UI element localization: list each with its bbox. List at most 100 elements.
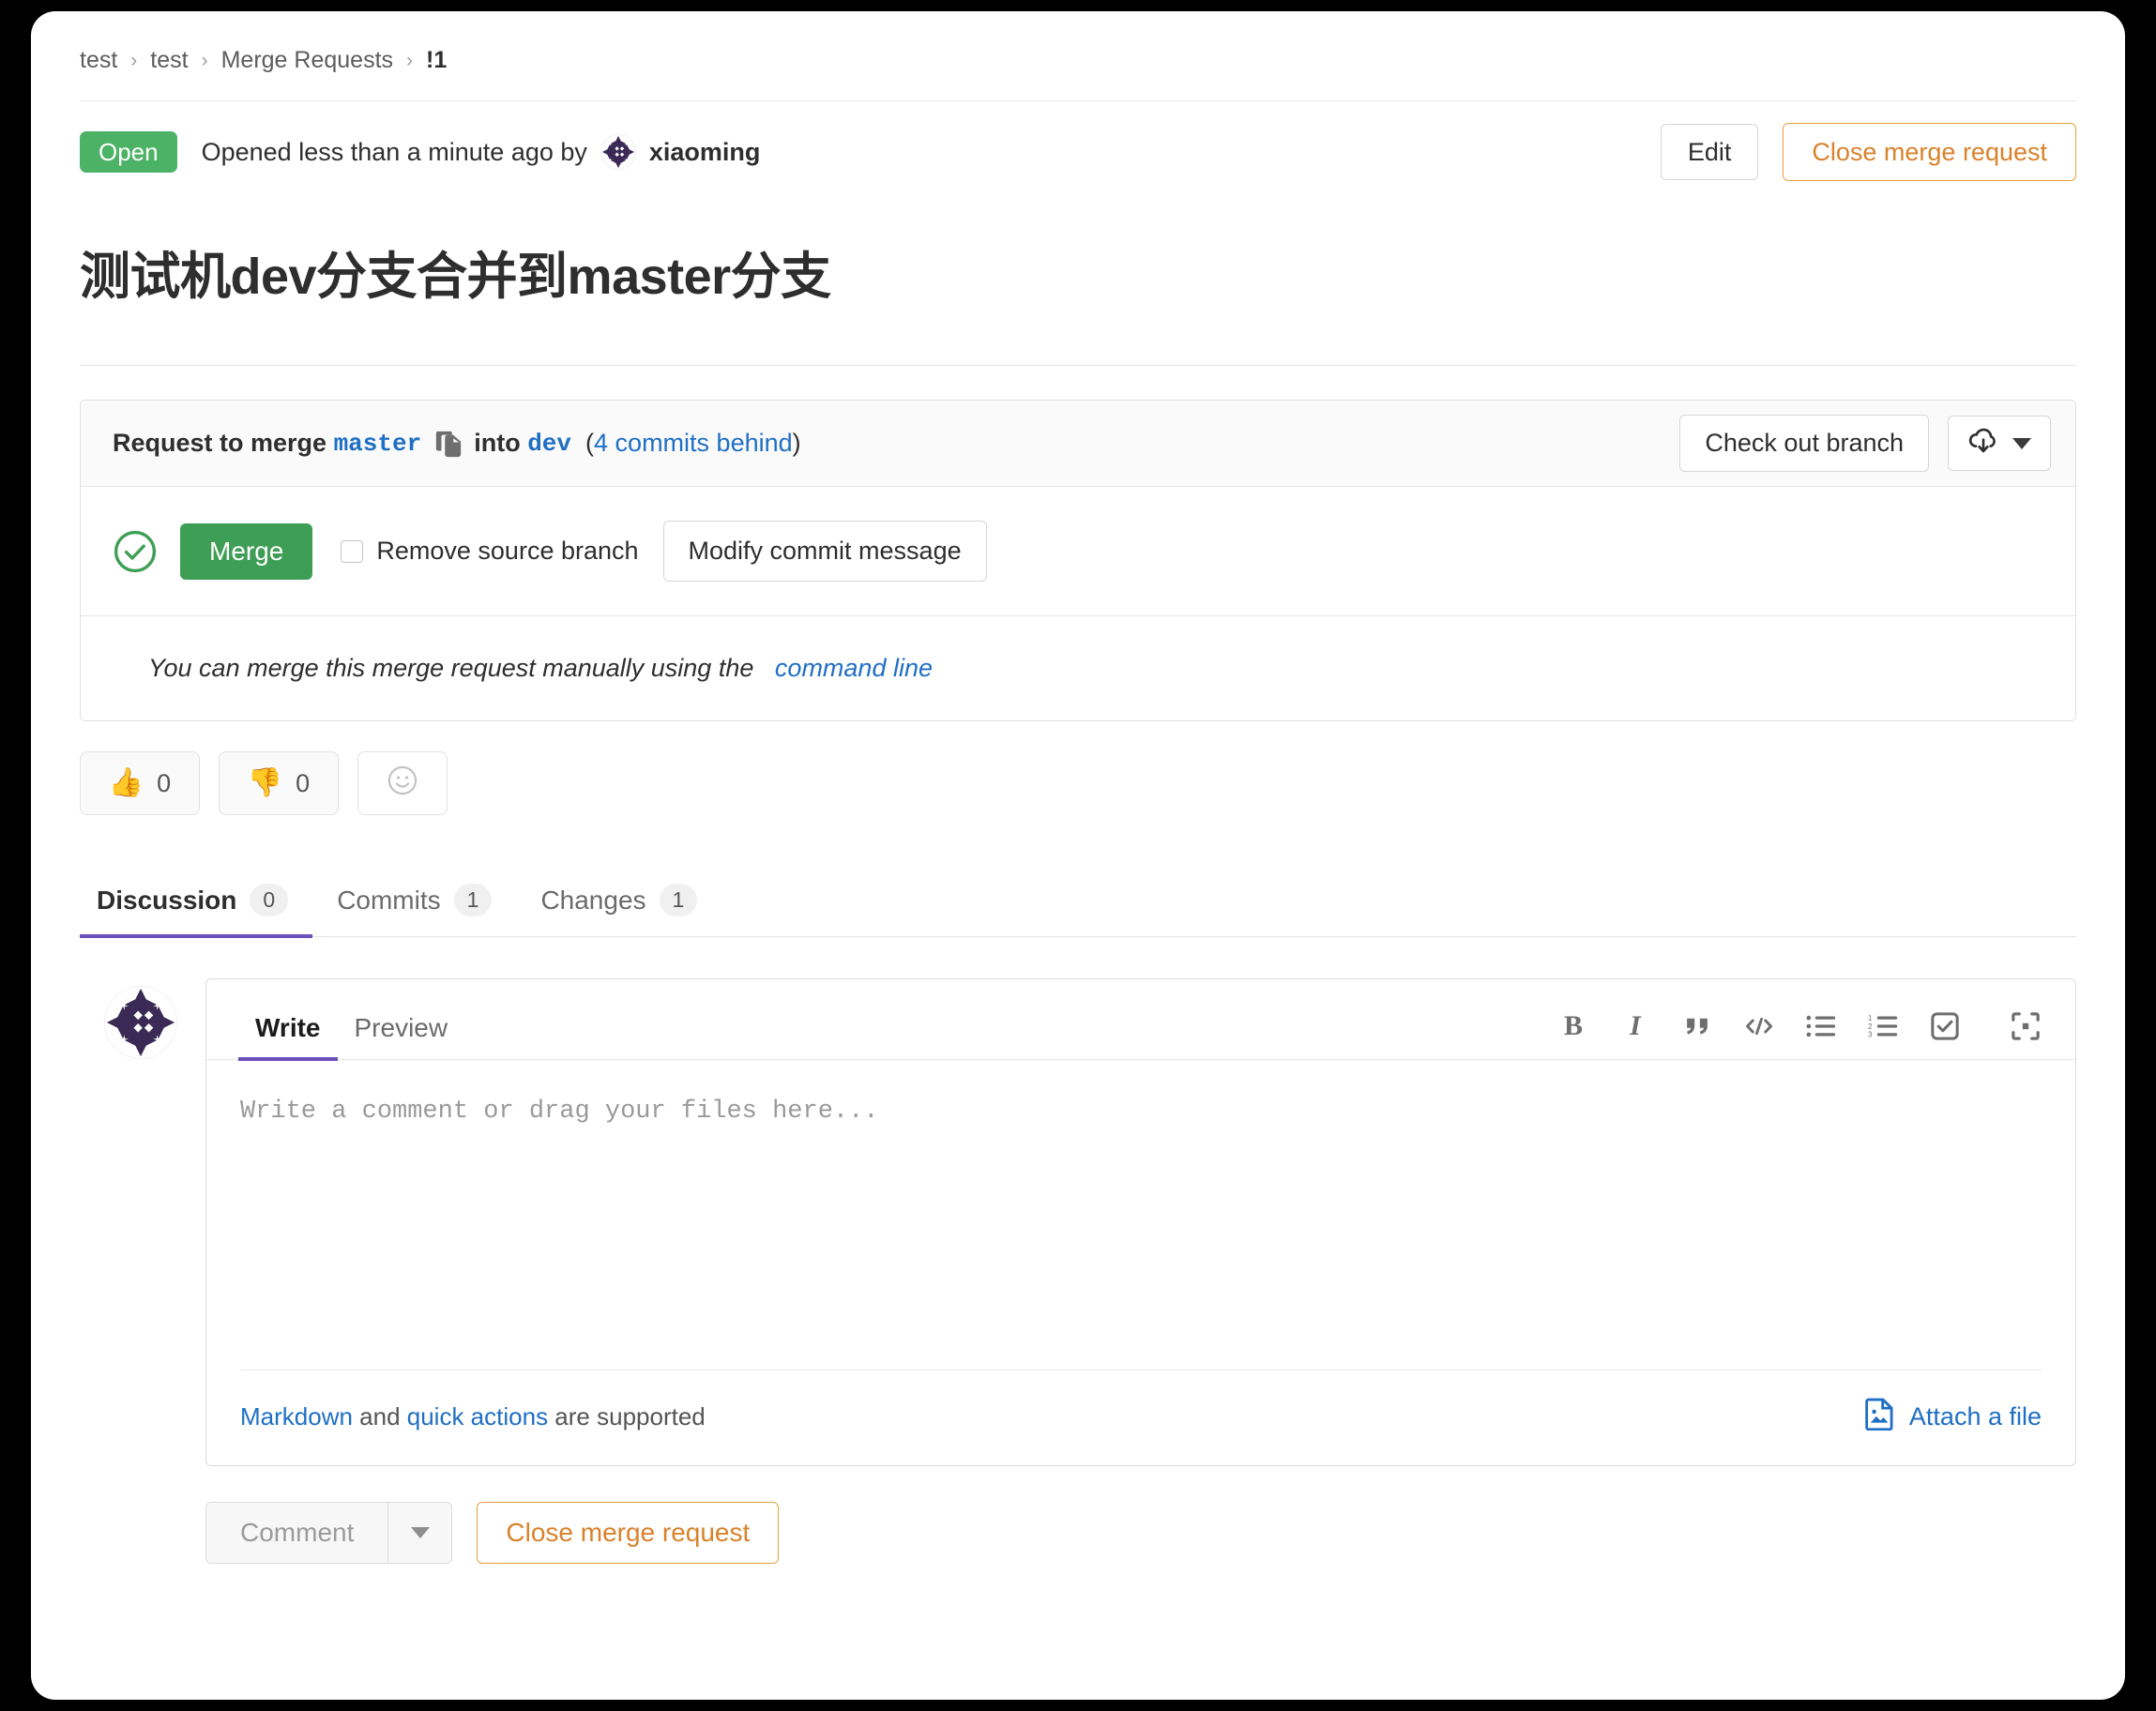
chevron-right-icon: › xyxy=(202,50,208,72)
opened-info: Opened less than a minute ago by xyxy=(202,134,761,170)
svg-text:2: 2 xyxy=(1868,1022,1872,1031)
svg-text:1: 1 xyxy=(1868,1014,1872,1022)
footer-supported: are supported xyxy=(548,1402,706,1431)
mr-tabs: Discussion 0 Commits 1 Changes 1 xyxy=(80,860,2076,937)
remove-source-branch-checkbox[interactable]: Remove source branch xyxy=(341,537,638,566)
avatar[interactable] xyxy=(600,134,636,170)
title-divider xyxy=(80,365,2076,366)
merge-widget-footer: You can merge this merge request manuall… xyxy=(81,616,2075,720)
tab-write[interactable]: Write xyxy=(238,1013,338,1060)
comment-button-group: Comment xyxy=(205,1502,452,1564)
request-to-merge-label: Request to merge xyxy=(113,429,326,458)
tab-changes-label: Changes xyxy=(540,886,645,916)
remove-source-branch-label: Remove source branch xyxy=(376,537,638,566)
check-circle-icon xyxy=(113,529,158,574)
commits-behind-link[interactable]: 4 commits behind xyxy=(594,429,793,458)
italic-icon[interactable]: I xyxy=(1617,1008,1653,1044)
quick-actions-link[interactable]: quick actions xyxy=(407,1402,548,1431)
editor-footer-text: Markdown and quick actions are supported xyxy=(240,1402,706,1431)
tab-commits[interactable]: Commits 1 xyxy=(312,884,516,937)
comment-actions: Comment Close merge request xyxy=(205,1502,2076,1564)
tab-commits-label: Commits xyxy=(337,886,440,916)
tab-discussion[interactable]: Discussion 0 xyxy=(80,884,312,937)
footer-and: and xyxy=(353,1402,407,1431)
thumbs-down-button[interactable]: 👎 0 xyxy=(219,751,339,815)
thumbs-down-count: 0 xyxy=(296,769,310,798)
bullet-list-icon[interactable] xyxy=(1803,1008,1839,1044)
tab-discussion-label: Discussion xyxy=(97,886,236,916)
tab-preview[interactable]: Preview xyxy=(338,1013,465,1060)
breadcrumb-divider xyxy=(80,100,2076,101)
checkbox-box[interactable] xyxy=(341,540,363,563)
breadcrumb-item-group[interactable]: test xyxy=(80,47,117,74)
editor-header: Write Preview B I xyxy=(206,979,2075,1060)
mr-status-row: Open Opened less than a minute ago by xyxy=(31,107,2125,197)
comment-dropdown-toggle[interactable] xyxy=(387,1503,451,1563)
comment-button[interactable]: Comment xyxy=(206,1503,387,1563)
modify-commit-message-button[interactable]: Modify commit message xyxy=(663,521,987,581)
attach-file-button[interactable]: Attach a file xyxy=(1864,1397,2042,1437)
author-name[interactable]: xiaoming xyxy=(649,138,761,167)
comment-form: Write Preview B I xyxy=(205,978,2076,1564)
copy-branch-icon[interactable] xyxy=(434,429,463,459)
tab-commits-count: 1 xyxy=(454,884,493,916)
comment-input[interactable]: Write a comment or drag your files here.… xyxy=(206,1060,2075,1341)
attach-file-icon xyxy=(1864,1397,1896,1437)
code-icon[interactable] xyxy=(1741,1008,1777,1044)
tab-changes[interactable]: Changes 1 xyxy=(516,884,721,937)
comment-area: Write Preview B I xyxy=(80,978,2076,1564)
bold-icon[interactable]: B xyxy=(1556,1008,1591,1044)
award-emoji-bar: 👍 0 👎 0 xyxy=(80,751,2076,815)
close-merge-request-button-top[interactable]: Close merge request xyxy=(1783,123,2076,181)
tab-discussion-count: 0 xyxy=(250,884,288,916)
manual-merge-text: You can merge this merge request manuall… xyxy=(148,654,753,682)
merge-widget: Request to merge master into dev ( xyxy=(80,400,2076,721)
smiley-icon xyxy=(386,764,419,804)
tab-changes-count: 1 xyxy=(660,884,698,916)
behind-paren-open: ( xyxy=(585,429,594,458)
cloud-download-icon xyxy=(1967,427,1999,460)
behind-paren-close: ) xyxy=(793,429,801,458)
thumbs-up-count: 0 xyxy=(157,769,171,798)
breadcrumb-current-mr: !1 xyxy=(426,47,447,74)
check-out-branch-button[interactable]: Check out branch xyxy=(1679,415,1929,471)
into-label: into xyxy=(474,429,520,458)
source-branch[interactable]: master xyxy=(334,430,422,458)
numbered-list-icon[interactable]: 1 2 3 xyxy=(1865,1008,1901,1044)
opened-text: Opened less than a minute ago by xyxy=(202,138,587,167)
quote-icon[interactable] xyxy=(1679,1008,1715,1044)
editor-footer: Markdown and quick actions are supported xyxy=(240,1370,2042,1465)
svg-text:3: 3 xyxy=(1868,1031,1872,1039)
breadcrumb-item-project[interactable]: test xyxy=(150,47,188,74)
breadcrumb: test › test › Merge Requests › !1 xyxy=(31,11,2125,74)
chevron-down-icon xyxy=(2012,438,2031,449)
add-reaction-button[interactable] xyxy=(357,751,448,815)
page-card: test › test › Merge Requests › !1 Open O… xyxy=(31,11,2125,1700)
current-user-avatar-wrap xyxy=(104,986,177,1564)
fullscreen-icon[interactable] xyxy=(2008,1008,2043,1044)
target-branch[interactable]: dev xyxy=(527,430,571,458)
merge-widget-header: Request to merge master into dev ( xyxy=(81,401,2075,487)
chevron-right-icon: › xyxy=(130,50,137,72)
download-dropdown-button[interactable] xyxy=(1948,416,2051,471)
merge-widget-body: Merge Remove source branch Modify commit… xyxy=(81,487,2075,616)
attach-file-label: Attach a file xyxy=(1909,1402,2042,1431)
chevron-down-icon xyxy=(411,1527,430,1538)
status-badge: Open xyxy=(80,131,177,173)
page-title: 测试机dev分支合并到master分支 xyxy=(31,197,2125,309)
breadcrumb-item-merge-requests[interactable]: Merge Requests xyxy=(221,47,393,74)
editor-toolbar: B I xyxy=(1556,1008,2043,1059)
thumbs-up-button[interactable]: 👍 0 xyxy=(80,751,200,815)
merge-button[interactable]: Merge xyxy=(180,523,312,580)
task-list-icon[interactable] xyxy=(1927,1008,1963,1044)
thumbs-down-icon: 👎 xyxy=(248,769,282,797)
command-line-link[interactable]: command line xyxy=(775,654,933,682)
avatar[interactable] xyxy=(104,986,177,1059)
chevron-right-icon: › xyxy=(406,50,413,72)
markdown-editor: Write Preview B I xyxy=(205,978,2076,1466)
markdown-link[interactable]: Markdown xyxy=(240,1402,353,1431)
close-merge-request-button-bottom[interactable]: Close merge request xyxy=(477,1502,779,1564)
edit-button[interactable]: Edit xyxy=(1661,124,1759,180)
merge-request-summary: Request to merge master into dev ( xyxy=(113,429,801,459)
thumbs-up-icon: 👍 xyxy=(109,769,144,797)
